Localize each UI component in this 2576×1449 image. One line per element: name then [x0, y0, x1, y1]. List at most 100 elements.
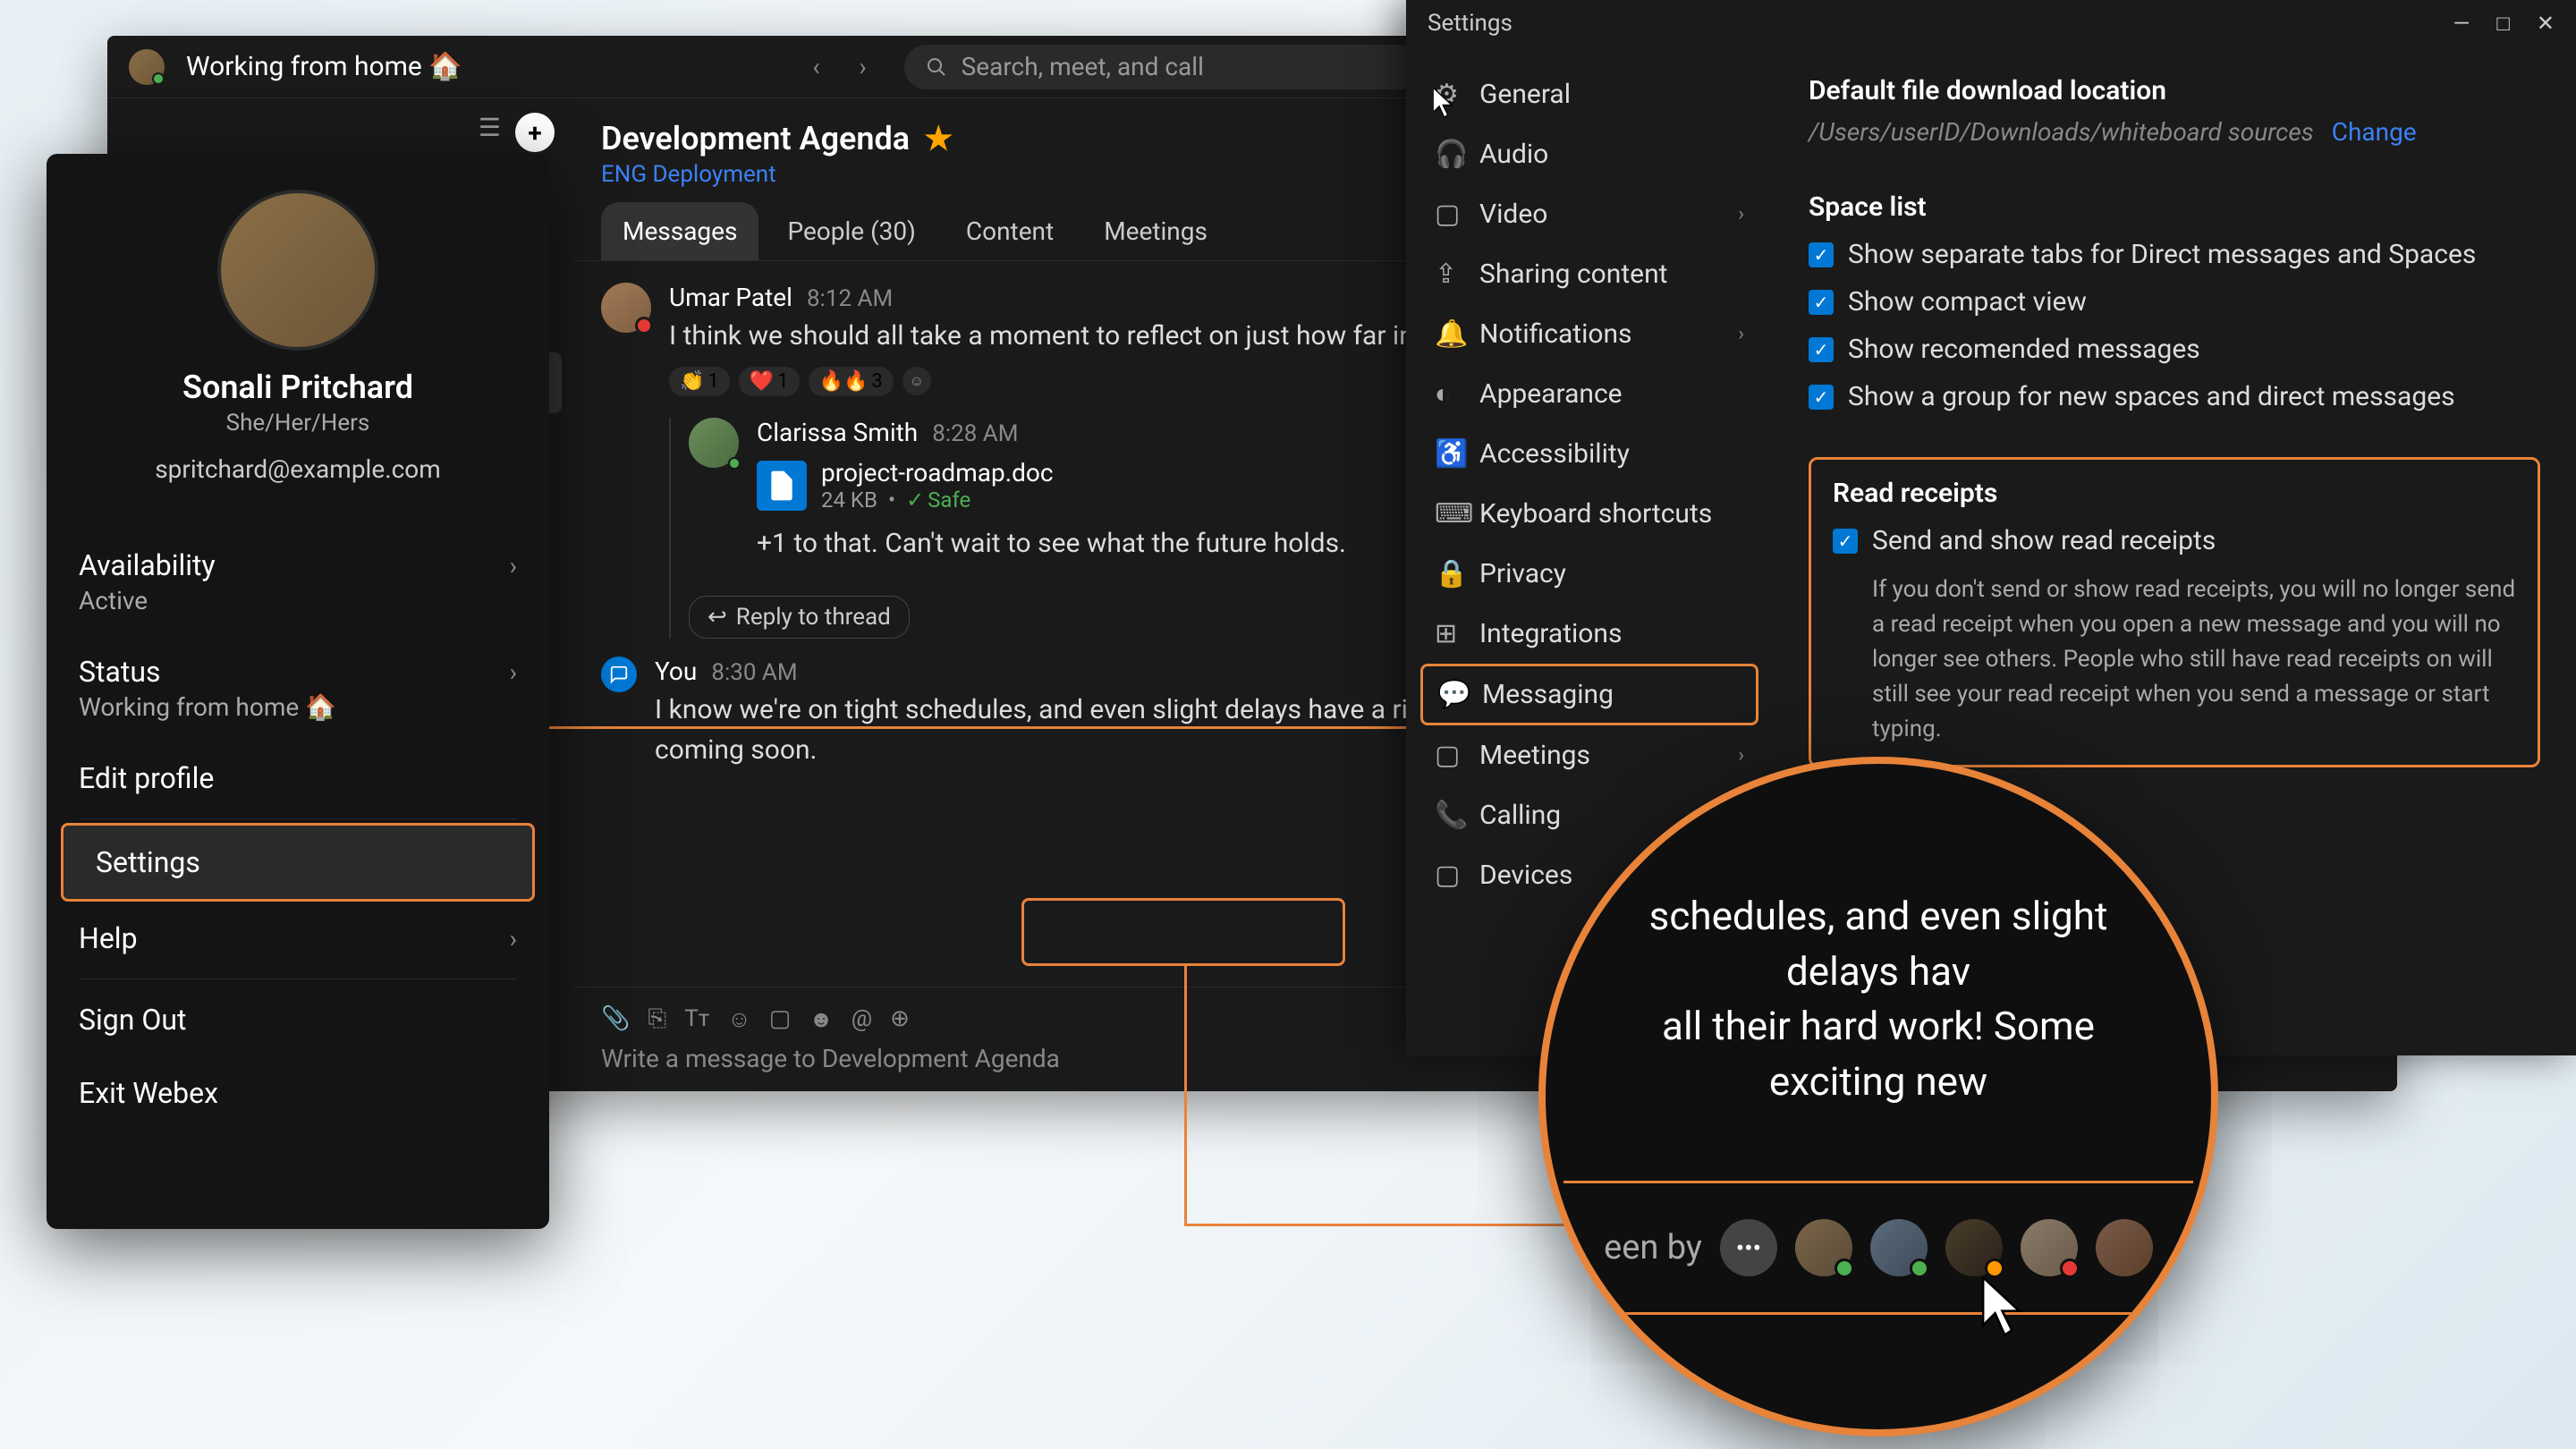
attach-icon[interactable]: 📎 — [601, 1005, 630, 1033]
nav-forward-button[interactable]: › — [849, 53, 877, 81]
nav-audio[interactable]: 🎧Audio — [1406, 124, 1773, 184]
seen-more-button[interactable]: ••• — [1720, 1219, 1777, 1276]
close-button[interactable]: ✕ — [2537, 11, 2555, 37]
file-size: 24 KB — [821, 487, 877, 513]
seen-avatar[interactable] — [2096, 1219, 2153, 1276]
status-text[interactable]: Working from home 🏠 — [186, 51, 462, 82]
avatar[interactable] — [601, 283, 651, 333]
nav-appearance[interactable]: ◐Appearance — [1406, 364, 1773, 424]
nav-video[interactable]: ▢Video› — [1406, 184, 1773, 244]
integrations-icon: ⊞ — [1435, 618, 1462, 649]
keyboard-icon: ⌨ — [1435, 498, 1462, 530]
highlight-annotation — [1021, 898, 1345, 966]
filter-icon[interactable]: ☰ — [479, 113, 501, 152]
nav-general[interactable]: ⚙General — [1406, 64, 1773, 124]
checkbox-group-new[interactable]: ✓Show a group for new spaces and direct … — [1809, 381, 2540, 412]
connector-line — [1184, 966, 1187, 1225]
seen-by-label: een by — [1604, 1228, 1702, 1267]
nav-back-button[interactable]: ‹ — [802, 53, 831, 81]
tab-meetings[interactable]: Meetings — [1082, 202, 1229, 260]
presence-dot — [728, 457, 741, 470]
checkbox-recommended[interactable]: ✓Show recomended messages — [1809, 334, 2540, 365]
seen-avatar[interactable] — [1870, 1219, 1928, 1276]
document-icon — [757, 461, 807, 511]
message-author[interactable]: Umar Patel — [669, 283, 792, 312]
reply-thread-button[interactable]: ↩ Reply to thread — [689, 596, 910, 639]
checkbox-icon: ✓ — [1809, 385, 1834, 410]
read-receipts-description: If you don't send or show read receipts,… — [1872, 572, 2516, 747]
space-list-heading: Space list — [1809, 191, 2540, 223]
accessibility-icon: ♿ — [1435, 438, 1462, 470]
help-item[interactable]: Help› — [47, 902, 549, 975]
nav-integrations[interactable]: ⊞Integrations — [1406, 604, 1773, 664]
personal-icon[interactable]: ⊕ — [890, 1005, 910, 1033]
zoom-annotation: schedules, and even slight delays hav al… — [1538, 757, 2218, 1436]
window-controls: — □ ✕ — [2453, 11, 2555, 37]
tab-messages[interactable]: Messages — [601, 202, 758, 260]
seen-avatar[interactable] — [2021, 1219, 2078, 1276]
checkbox-separate-tabs[interactable]: ✓Show separate tabs for Direct messages … — [1809, 239, 2540, 270]
nav-privacy[interactable]: 🔒Privacy — [1406, 544, 1773, 604]
download-heading: Default file download location — [1809, 75, 2540, 106]
share-icon: ⇪ — [1435, 258, 1462, 290]
you-avatar[interactable] — [601, 657, 637, 692]
reaction[interactable]: 👏 1 — [669, 367, 730, 396]
message-author[interactable]: Clarissa Smith — [757, 418, 918, 447]
checkbox-compact[interactable]: ✓Show compact view — [1809, 286, 2540, 318]
tab-people[interactable]: People (30) — [766, 202, 936, 260]
sign-out-item[interactable]: Sign Out — [47, 983, 549, 1056]
seen-avatar[interactable] — [1945, 1219, 2003, 1276]
favorite-star-icon[interactable]: ★ — [924, 120, 953, 157]
mention-icon[interactable]: @ — [852, 1005, 872, 1033]
nav-accessibility[interactable]: ♿Accessibility — [1406, 424, 1773, 484]
reaction[interactable]: ❤️ 1 — [739, 367, 800, 396]
maximize-button[interactable]: □ — [2496, 11, 2510, 37]
exit-item[interactable]: Exit Webex — [47, 1056, 549, 1130]
nav-arrows: ‹ › — [802, 53, 877, 81]
gif-icon[interactable]: ▢ — [769, 1005, 792, 1033]
call-status-dot — [1985, 1258, 2004, 1278]
availability-item[interactable]: Availability› Active — [47, 529, 549, 635]
status-item[interactable]: Status› Working from home 🏠 — [47, 635, 549, 741]
bell-icon: 🔔 — [1435, 318, 1462, 350]
seen-avatar[interactable] — [1795, 1219, 1852, 1276]
video-icon: ▢ — [1435, 199, 1462, 230]
nav-keyboard[interactable]: ⌨Keyboard shortcuts — [1406, 484, 1773, 544]
profile-avatar[interactable] — [217, 190, 378, 351]
devices-icon: ▢ — [1435, 860, 1462, 891]
tab-content[interactable]: Content — [945, 202, 1075, 260]
nav-sharing[interactable]: ⇪Sharing content — [1406, 244, 1773, 304]
profile-name: Sonali Pritchard — [47, 369, 549, 406]
nav-messaging[interactable]: 💬Messaging — [1420, 664, 1758, 725]
presence-dot — [1910, 1258, 1929, 1278]
emoji-icon[interactable]: ☺ — [727, 1005, 751, 1033]
format-icon[interactable]: Tт — [684, 1005, 709, 1033]
profile-menu: Availability› Active Status› Working fro… — [47, 529, 549, 1130]
screenshot-icon[interactable]: ⎘ — [648, 1005, 666, 1033]
search-input[interactable]: Search, meet, and call — [904, 45, 1423, 89]
message-time: 8:28 AM — [932, 420, 1018, 447]
change-link[interactable]: Change — [2332, 117, 2417, 147]
profile-email: spritchard@example.com — [47, 454, 549, 484]
minimize-button[interactable]: — — [2453, 11, 2470, 37]
profile-pronouns: She/Her/Hers — [47, 410, 549, 436]
avatar[interactable] — [689, 418, 739, 468]
settings-title: Settings — [1428, 10, 1513, 37]
reaction[interactable]: 🔥🔥 3 — [809, 367, 894, 396]
settings-item[interactable]: Settings — [61, 823, 535, 902]
presence-dot — [152, 72, 165, 85]
presence-dot — [1835, 1258, 1854, 1278]
message-time: 8:30 AM — [711, 659, 797, 686]
safe-badge: ✓ Safe — [906, 487, 970, 513]
chevron-right-icon: › — [510, 657, 517, 687]
bitmoji-icon[interactable]: ☻ — [809, 1005, 833, 1033]
reply-icon: ↩ — [708, 604, 727, 631]
checkbox-icon: ✓ — [1809, 242, 1834, 267]
edit-profile-item[interactable]: Edit profile — [47, 741, 549, 815]
nav-notifications[interactable]: 🔔Notifications› — [1406, 304, 1773, 364]
add-space-button[interactable]: + — [515, 113, 555, 152]
chevron-right-icon: › — [1738, 203, 1744, 225]
checkbox-read-receipts[interactable]: ✓Send and show read receipts — [1833, 525, 2516, 556]
add-reaction-button[interactable]: ☺ — [902, 367, 931, 395]
user-avatar[interactable] — [129, 49, 165, 85]
